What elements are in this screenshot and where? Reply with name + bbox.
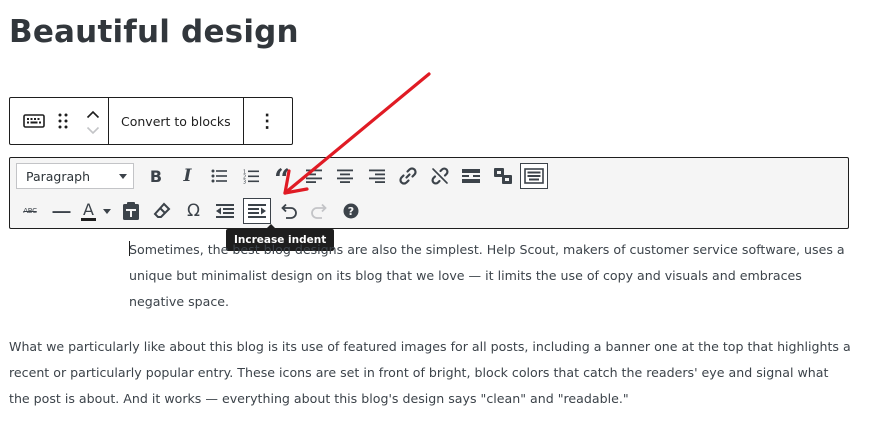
bold-icon: B — [149, 166, 163, 186]
bold-button[interactable]: B — [142, 163, 170, 189]
italic-icon: I — [183, 166, 192, 186]
align-left-icon — [305, 169, 322, 183]
help-icon: ? — [343, 203, 359, 219]
bullet-list-button[interactable] — [205, 163, 233, 189]
strikethrough-icon: ABC — [23, 207, 37, 215]
convert-to-blocks-button[interactable]: Convert to blocks — [109, 114, 243, 129]
quote-icon: “ — [273, 163, 291, 196]
format-select-value: Paragraph — [26, 168, 91, 184]
horizontal-line-icon: — — [52, 200, 71, 221]
paragraph-2[interactable]: What we particularly like about this blo… — [9, 334, 851, 412]
link-icon — [399, 167, 417, 185]
numbered-list-icon: 123 — [243, 169, 259, 184]
clipboard-icon — [122, 202, 139, 220]
horizontal-line-button[interactable]: — — [48, 198, 76, 224]
post-title[interactable]: Beautiful design — [9, 14, 299, 50]
svg-text:3: 3 — [243, 179, 246, 184]
paste-as-text-button[interactable] — [117, 198, 145, 224]
align-left-button[interactable] — [300, 163, 328, 189]
text-color-icon: A — [81, 199, 96, 221]
classic-editor-toolbar: Paragraph B I 123 “ ABC — A Ω ? — [9, 157, 849, 229]
blockquote-button[interactable]: “ — [268, 163, 296, 196]
align-center-button[interactable] — [331, 163, 359, 189]
toolbar-toggle-button[interactable] — [520, 163, 548, 189]
keyboard-icon[interactable] — [20, 107, 48, 135]
convert-group: Convert to blocks — [108, 98, 243, 144]
remove-link-button[interactable] — [426, 163, 454, 189]
eraser-icon — [153, 202, 171, 218]
page-break-icon — [493, 168, 512, 184]
read-more-button[interactable] — [457, 163, 485, 189]
drag-handle-icon[interactable] — [48, 106, 78, 136]
text-color-caret-icon — [102, 208, 111, 214]
insert-link-button[interactable] — [394, 163, 422, 189]
outdent-icon — [216, 204, 234, 218]
toolbar-row-2: ABC — A Ω ? — [16, 198, 369, 224]
align-center-icon — [337, 169, 353, 183]
indented-paragraph[interactable]: Sometimes, the best blog designs are als… — [129, 237, 851, 315]
toolbar-row-1: Paragraph B I 123 “ — [16, 163, 552, 196]
block-mover — [78, 105, 108, 137]
italic-button[interactable]: I — [174, 163, 202, 189]
svg-text:?: ? — [348, 205, 354, 218]
block-toolbar: Convert to blocks ⋮ — [9, 97, 293, 145]
omega-icon: Ω — [187, 201, 200, 221]
decrease-indent-button[interactable] — [211, 198, 239, 224]
align-right-button[interactable] — [363, 163, 391, 189]
numbered-list-button[interactable]: 123 — [237, 163, 265, 189]
chevron-up-icon[interactable] — [86, 105, 100, 123]
chevron-down-icon[interactable] — [86, 123, 100, 137]
unlink-icon — [430, 167, 449, 185]
special-character-button[interactable]: Ω — [180, 198, 208, 224]
redo-icon — [310, 203, 327, 219]
undo-icon — [281, 203, 297, 219]
clear-formatting-button[interactable] — [148, 198, 176, 224]
bullet-list-icon — [211, 169, 227, 183]
undo-button[interactable] — [274, 198, 302, 224]
keyboard-icon — [524, 168, 544, 184]
indent-icon — [247, 204, 266, 218]
paragraph-1-text: Sometimes, the best blog designs are als… — [129, 242, 845, 309]
paragraph-format-select[interactable]: Paragraph — [16, 163, 134, 189]
more-options-button[interactable]: ⋮ — [242, 98, 291, 144]
select-caret-icon — [119, 173, 127, 179]
page-break-button[interactable] — [489, 163, 517, 189]
redo-button[interactable] — [306, 198, 334, 224]
help-button[interactable]: ? — [337, 198, 365, 224]
read-more-icon — [462, 169, 480, 183]
block-switcher-group — [10, 98, 108, 144]
increase-indent-button[interactable] — [242, 198, 271, 224]
text-color-button[interactable]: A — [79, 198, 113, 224]
strikethrough-button[interactable]: ABC — [16, 198, 44, 224]
more-vertical-icon: ⋮ — [258, 110, 277, 131]
align-right-icon — [368, 169, 385, 183]
